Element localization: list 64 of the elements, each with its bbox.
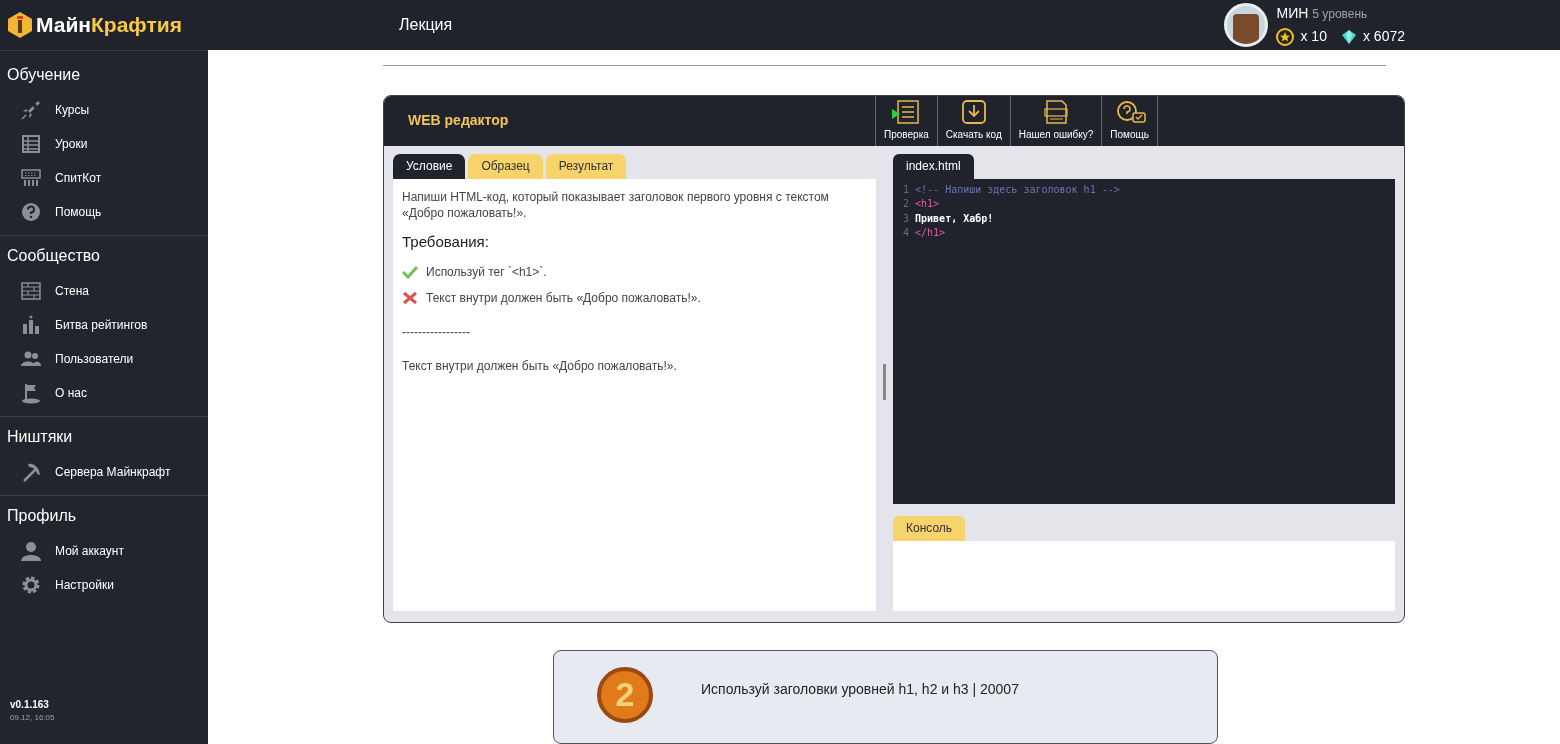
- avatar[interactable]: [1224, 3, 1269, 47]
- user-icon: [20, 540, 42, 562]
- line-number: 2: [903, 197, 910, 212]
- code-text: </h1>: [915, 226, 946, 241]
- sidebar-section-title: Профиль: [6, 506, 78, 526]
- sidebar-item[interactable]: Курсы: [0, 93, 208, 127]
- toolbar-button[interactable]: Проверка: [875, 95, 937, 146]
- sidebar-item[interactable]: Стена: [0, 274, 208, 308]
- requirement-text: Текст внутри должен быть «Добро пожаловать!».: [426, 290, 701, 308]
- brick-wall-icon: [20, 280, 42, 302]
- file-tab[interactable]: index.html: [893, 153, 974, 179]
- rocket-icon: [20, 99, 42, 121]
- message-text: Текст внутри должен быть «Добро пожаловать!».: [402, 358, 678, 376]
- editor-title: WEB редактор: [407, 111, 510, 131]
- sidebar-section-title: Ништяки: [6, 427, 74, 447]
- toolbar-button[interactable]: Помощь: [1101, 95, 1158, 146]
- logo-text[interactable]: МайнКрафтия: [36, 9, 182, 41]
- code-text: Привет, Хабр!: [915, 211, 994, 226]
- line-number: 3: [903, 211, 910, 226]
- settings-icon: [20, 574, 42, 596]
- flag-icon: [20, 382, 42, 404]
- sidebar-item[interactable]: Мой аккаунт: [0, 534, 208, 568]
- splitter-handle[interactable]: [883, 364, 886, 401]
- help-icon: [20, 201, 42, 223]
- lesson-title[interactable]: Используй заголовки уровней h1, h2 и h3 | 20007: [701, 678, 1019, 700]
- sidebar-item[interactable]: Уроки: [0, 127, 208, 161]
- keyboard-icon: [20, 167, 42, 189]
- line-number: 1: [903, 182, 910, 197]
- toolbar-button[interactable]: Нашел ошибку?: [1009, 95, 1102, 146]
- requirements-heading: Требования:: [402, 231, 490, 252]
- line-number: 4: [903, 226, 910, 241]
- diamond-icon: [1340, 28, 1357, 45]
- sidebar-item[interactable]: Пользователи: [0, 342, 208, 376]
- separator-text: -----------------: [402, 324, 471, 342]
- requirement-text: Используй тег `<h1>`.: [426, 264, 547, 282]
- console-tab[interactable]: Консоль: [893, 515, 966, 541]
- code-editor[interactable]: 1 <!-- Напиши здесь заголовок h1 --> 2 <h1> 3 Привет, Хабр! 4 </h1>: [893, 178, 1395, 504]
- task-text: Напиши HTML-код, который показывает заголовок первого уровня с текстом «Добро пожаловать!».: [402, 188, 830, 221]
- sidebar-item[interactable]: Сервера Майнкрафт: [0, 455, 208, 489]
- sidebar-section-title: Сообщество: [6, 246, 101, 266]
- sidebar-section-title: Обучение: [6, 65, 82, 85]
- logo-icon: [6, 11, 34, 39]
- gem-count: x 6072: [1362, 27, 1405, 46]
- star-coin-icon: [1276, 27, 1295, 46]
- sidebar-item[interactable]: СпитКот: [0, 161, 208, 195]
- version-label: v0.1.163: [10, 698, 50, 712]
- toolbar-button[interactable]: Скачать код: [936, 95, 1010, 146]
- star-count: x 10: [1300, 27, 1327, 46]
- tab[interactable]: Образец: [468, 153, 543, 179]
- page-title: Лекция: [399, 15, 453, 35]
- sidebar-item[interactable]: Настройки: [0, 568, 208, 602]
- code-text: <!-- Напиши здесь заголовок h1 -->: [915, 182, 1120, 197]
- sidebar-item[interactable]: Битва рейтингов: [0, 308, 208, 342]
- user-name[interactable]: МИН: [1276, 3, 1309, 24]
- table-icon: [20, 133, 42, 155]
- build-date: 09.12, 16:05: [10, 712, 56, 724]
- tab[interactable]: Результат: [545, 153, 627, 179]
- code-text: <h1>: [915, 197, 940, 212]
- podium-icon: [20, 314, 42, 336]
- level-badge: 2: [597, 666, 653, 723]
- tab[interactable]: Условие: [393, 153, 466, 179]
- sidebar-item[interactable]: О нас: [0, 376, 208, 410]
- sidebar-item[interactable]: Помощь: [0, 195, 208, 229]
- user-level: 5 уровень: [1312, 6, 1368, 23]
